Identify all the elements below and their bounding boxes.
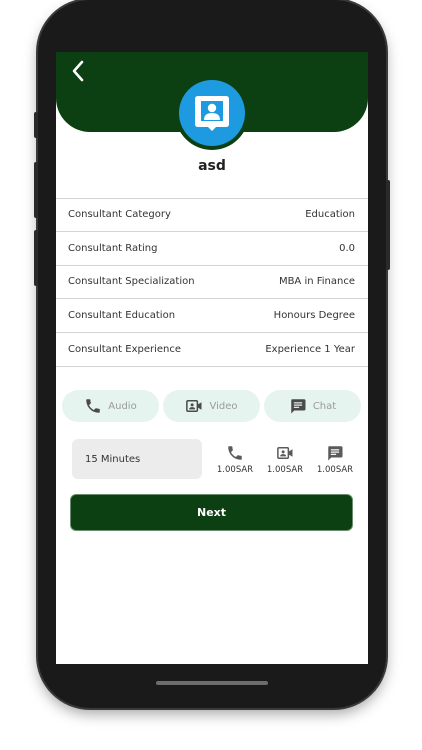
tab-audio-label: Audio — [108, 400, 137, 412]
detail-value: Education — [305, 209, 355, 221]
tab-chat-label: Chat — [312, 400, 337, 412]
tab-chat[interactable]: Chat — [264, 390, 361, 422]
detail-value: Experience 1 Year — [265, 344, 355, 356]
detail-row-education: Consultant Education Honours Degree — [56, 299, 368, 334]
price-video-amount: 1.00SAR — [266, 465, 304, 475]
back-button[interactable] — [66, 58, 90, 84]
video-icon — [186, 400, 202, 412]
tab-audio[interactable]: Audio — [62, 390, 159, 422]
detail-value: 0.0 — [339, 242, 355, 254]
price-chat-amount: 1.00SAR — [316, 465, 354, 475]
home-indicator[interactable] — [156, 681, 268, 685]
avatar — [175, 76, 249, 150]
chat-icon — [328, 446, 343, 461]
detail-row-rating: Consultant Rating 0.0 — [56, 232, 368, 266]
price-chat: 1.00SAR — [315, 444, 355, 475]
next-button[interactable]: Next — [70, 494, 353, 531]
phone-icon — [228, 446, 242, 460]
volume-down-button — [34, 230, 38, 286]
detail-row-specialization: Consultant Specialization MBA in Finance — [56, 266, 368, 300]
consultant-name: asd — [198, 158, 226, 174]
contact-card-icon — [195, 96, 229, 131]
tab-video[interactable]: Video — [163, 390, 260, 422]
detail-value: MBA in Finance — [278, 276, 355, 288]
detail-label: Consultant Education — [68, 310, 176, 322]
tab-video-label: Video — [209, 400, 238, 412]
detail-row-category: Consultant Category Education — [56, 198, 368, 232]
chat-icon — [291, 399, 306, 414]
consultant-details: Consultant Category Education Consultant… — [56, 198, 368, 367]
power-button — [386, 180, 390, 270]
duration-select[interactable]: 15 Minutes — [72, 439, 202, 479]
detail-row-experience: Consultant Experience Experience 1 Year — [56, 333, 368, 367]
phone-icon — [86, 399, 101, 413]
detail-value: Honours Degree — [273, 310, 355, 322]
detail-label: Consultant Specialization — [68, 276, 195, 288]
video-icon — [277, 447, 293, 459]
mute-switch — [34, 112, 38, 138]
app-screen: asd Consultant Category Education Consul… — [56, 52, 368, 664]
call-type-tabs: Audio Video Chat — [62, 390, 362, 422]
detail-label: Consultant Experience — [68, 344, 182, 356]
detail-label: Consultant Rating — [68, 242, 158, 254]
detail-label: Consultant Category — [68, 209, 171, 221]
chevron-left-icon — [72, 60, 84, 82]
price-audio-amount: 1.00SAR — [216, 465, 254, 475]
profile-avatar — [179, 80, 245, 146]
volume-up-button — [34, 162, 38, 218]
price-video: 1.00SAR — [265, 444, 305, 475]
price-audio: 1.00SAR — [215, 444, 255, 475]
duration-value: 15 Minutes — [85, 453, 141, 465]
